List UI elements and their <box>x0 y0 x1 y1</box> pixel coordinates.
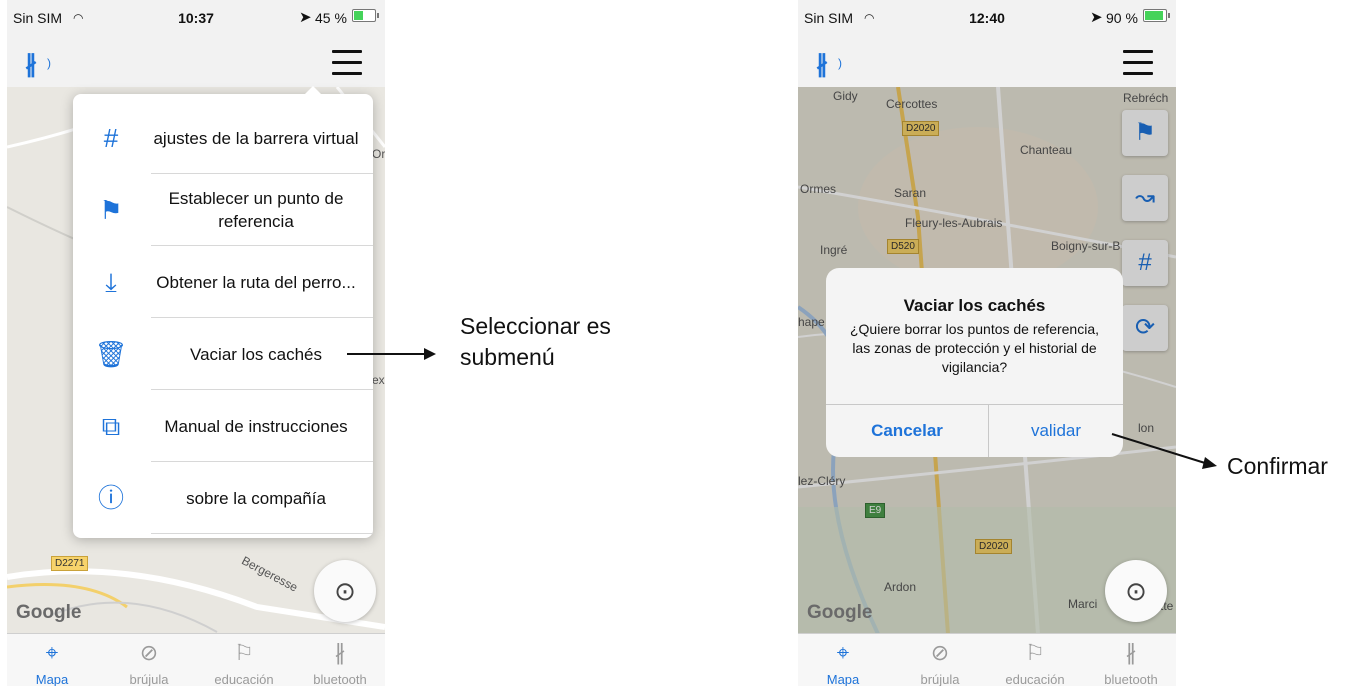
annotation-arrows <box>347 348 1217 469</box>
arrow-line-right <box>1111 433 1206 464</box>
arrow-head-right <box>1202 457 1217 469</box>
annotation-submenu: Seleccionar es submenú <box>460 313 611 370</box>
arrow-head-left <box>424 348 436 360</box>
annotation-confirm: Confirmar <box>1227 453 1328 479</box>
